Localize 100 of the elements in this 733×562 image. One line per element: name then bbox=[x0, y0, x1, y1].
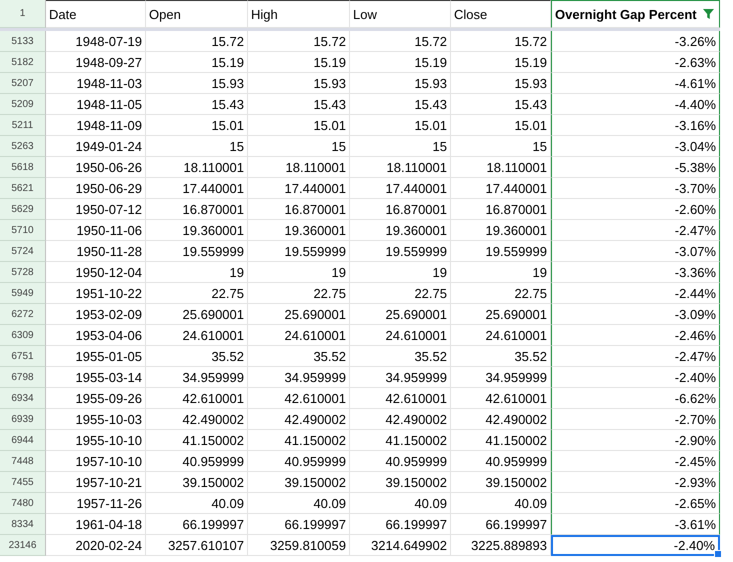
table-cell: 1955-10-03 bbox=[46, 409, 146, 430]
table-cell: 3225.889893 bbox=[451, 535, 551, 556]
table-cell: -3.16% bbox=[551, 115, 720, 136]
row-header[interactable]: 5182 bbox=[0, 52, 46, 73]
table-cell: 34.959999 bbox=[146, 367, 248, 388]
column-header[interactable]: Overnight Gap Percent bbox=[551, 0, 720, 28]
table-cell: 15.19 bbox=[350, 52, 451, 73]
table-cell: 42.610001 bbox=[146, 388, 248, 409]
table-cell: -2.70% bbox=[551, 409, 720, 430]
table-cell: 19.559999 bbox=[146, 241, 248, 262]
row-header[interactable]: 7480 bbox=[0, 493, 46, 514]
row-header[interactable]: 6939 bbox=[0, 409, 46, 430]
table-cell: 1950-11-28 bbox=[46, 241, 146, 262]
row-header[interactable]: 5710 bbox=[0, 220, 46, 241]
table-cell: 40.959999 bbox=[451, 451, 551, 472]
table-cell: 15.19 bbox=[146, 52, 248, 73]
table-cell: -6.62% bbox=[551, 388, 720, 409]
table-cell: 40.09 bbox=[248, 493, 350, 514]
table-cell: 15.01 bbox=[248, 115, 350, 136]
table-cell: 16.870001 bbox=[350, 199, 451, 220]
table-cell: 34.959999 bbox=[350, 367, 451, 388]
row-header[interactable]: 6934 bbox=[0, 388, 46, 409]
row-header[interactable]: 6751 bbox=[0, 346, 46, 367]
table-cell: 19 bbox=[350, 262, 451, 283]
table-cell: 2020-02-24 bbox=[46, 535, 146, 556]
table-cell: 15 bbox=[350, 136, 451, 157]
column-title: Date bbox=[49, 6, 76, 22]
table-cell: 41.150002 bbox=[248, 430, 350, 451]
table-cell: 19.559999 bbox=[451, 241, 551, 262]
row-header[interactable]: 5263 bbox=[0, 136, 46, 157]
table-cell: 18.110001 bbox=[248, 157, 350, 178]
table-cell: 18.110001 bbox=[451, 157, 551, 178]
table-cell: 15.01 bbox=[451, 115, 551, 136]
table-cell: 41.150002 bbox=[146, 430, 248, 451]
table-cell: 40.09 bbox=[451, 493, 551, 514]
table-cell: 1955-10-10 bbox=[46, 430, 146, 451]
table-cell: 15.19 bbox=[248, 52, 350, 73]
table-cell: 15.93 bbox=[248, 73, 350, 94]
table-cell: 16.870001 bbox=[451, 199, 551, 220]
table-cell: 1948-11-03 bbox=[46, 73, 146, 94]
row-header[interactable]: 7455 bbox=[0, 472, 46, 493]
table-cell: -2.63% bbox=[551, 52, 720, 73]
table-cell: 22.75 bbox=[451, 283, 551, 304]
table-cell: 15.43 bbox=[350, 94, 451, 115]
row-header[interactable]: 5207 bbox=[0, 73, 46, 94]
row-header[interactable]: 7448 bbox=[0, 451, 46, 472]
row-header[interactable]: 5133 bbox=[0, 31, 46, 52]
row-header[interactable]: 5618 bbox=[0, 157, 46, 178]
table-cell: 1948-09-27 bbox=[46, 52, 146, 73]
table-cell: -4.61% bbox=[551, 73, 720, 94]
row-header[interactable]: 6944 bbox=[0, 430, 46, 451]
table-cell: 25.690001 bbox=[350, 304, 451, 325]
table-cell: 1957-11-26 bbox=[46, 493, 146, 514]
row-header[interactable]: 5629 bbox=[0, 199, 46, 220]
table-cell: 15.72 bbox=[146, 31, 248, 52]
table-cell: 15 bbox=[248, 136, 350, 157]
table-cell: 16.870001 bbox=[146, 199, 248, 220]
column-title: Overnight Gap Percent bbox=[555, 6, 697, 22]
table-cell: 15.72 bbox=[248, 31, 350, 52]
row-header[interactable]: 6798 bbox=[0, 367, 46, 388]
table-cell: 1948-07-19 bbox=[46, 31, 146, 52]
table-cell: 22.75 bbox=[146, 283, 248, 304]
table-cell: 15.43 bbox=[146, 94, 248, 115]
table-cell: -2.47% bbox=[551, 346, 720, 367]
table-cell: 40.09 bbox=[146, 493, 248, 514]
table-cell: 22.75 bbox=[248, 283, 350, 304]
table-cell: 3257.610107 bbox=[146, 535, 248, 556]
filter-icon[interactable] bbox=[703, 9, 714, 19]
table-cell: -2.90% bbox=[551, 430, 720, 451]
table-cell: 1955-03-14 bbox=[46, 367, 146, 388]
table-cell: 66.199997 bbox=[451, 514, 551, 535]
table-cell: 15.93 bbox=[451, 73, 551, 94]
row-header[interactable]: 5621 bbox=[0, 178, 46, 199]
table-cell: -2.45% bbox=[551, 451, 720, 472]
table-cell: 1950-12-04 bbox=[46, 262, 146, 283]
table-cell: 40.09 bbox=[350, 493, 451, 514]
table-cell: 25.690001 bbox=[451, 304, 551, 325]
row-header[interactable]: 8334 bbox=[0, 514, 46, 535]
table-cell: 40.959999 bbox=[248, 451, 350, 472]
row-header[interactable]: 5728 bbox=[0, 262, 46, 283]
table-cell: -3.09% bbox=[551, 304, 720, 325]
table-cell: 1950-06-29 bbox=[46, 178, 146, 199]
row-header[interactable]: 5724 bbox=[0, 241, 46, 262]
table-cell: -2.65% bbox=[551, 493, 720, 514]
row-header[interactable]: 5209 bbox=[0, 94, 46, 115]
table-cell: 34.959999 bbox=[248, 367, 350, 388]
table-cell: 15.01 bbox=[146, 115, 248, 136]
table-cell: 15.93 bbox=[146, 73, 248, 94]
table-cell: 39.150002 bbox=[248, 472, 350, 493]
row-header[interactable]: 5211 bbox=[0, 115, 46, 136]
table-cell: 42.490002 bbox=[146, 409, 248, 430]
table-cell: 66.199997 bbox=[146, 514, 248, 535]
row-header[interactable]: 23146 bbox=[0, 535, 46, 556]
table-cell: -3.70% bbox=[551, 178, 720, 199]
row-header[interactable]: 6309 bbox=[0, 325, 46, 346]
row-header[interactable]: 5949 bbox=[0, 283, 46, 304]
table-cell: -4.40% bbox=[551, 94, 720, 115]
row-header[interactable]: 6272 bbox=[0, 304, 46, 325]
table-cell: 42.610001 bbox=[350, 388, 451, 409]
table-cell: 15.19 bbox=[451, 52, 551, 73]
